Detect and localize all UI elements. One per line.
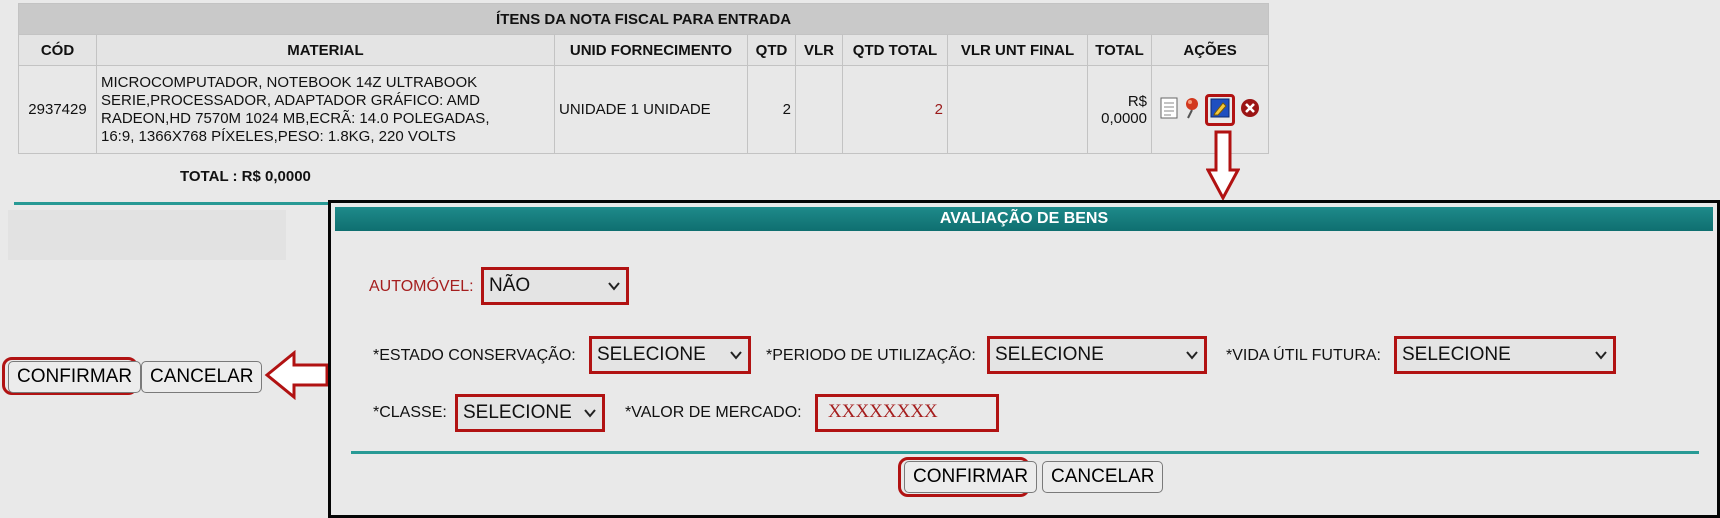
dialog-confirm-button[interactable]: CONFIRMAR xyxy=(904,461,1038,493)
classe-label: *CLASSE: xyxy=(373,404,447,421)
chevron-down-icon xyxy=(1595,351,1607,360)
valor-mercado-input[interactable]: XXXXXXXX xyxy=(815,394,999,432)
chevron-down-icon xyxy=(608,282,620,291)
periodo-select[interactable]: SELECIONE xyxy=(987,336,1207,374)
classe-select[interactable]: SELECIONE xyxy=(455,394,605,432)
automovel-select[interactable]: NÃO xyxy=(481,267,629,305)
total-summary: TOTAL : R$ 0,0000 xyxy=(180,168,311,185)
cell-material: MICROCOMPUTADOR, NOTEBOOK 14Z ULTRABOOK … xyxy=(96,65,555,154)
edit-button-highlight xyxy=(1205,93,1236,126)
periodo-label: *PERIODO DE UTILIZAÇÃO: xyxy=(766,347,976,364)
cell-unid: UNIDADE 1 UNIDADE xyxy=(554,65,748,154)
material-line: MICROCOMPUTADOR, NOTEBOOK 14Z ULTRABOOK xyxy=(101,73,478,91)
material-line: RADEON,HD 7570M 1024 MB,ECRÃ: 14.0 POLEG… xyxy=(101,109,490,127)
col-header-cod: CÓD xyxy=(18,34,97,66)
vida-select[interactable]: SELECIONE xyxy=(1394,336,1616,374)
confirm-button[interactable]: CONFIRMAR xyxy=(8,361,142,393)
periodo-value: SELECIONE xyxy=(995,344,1104,365)
col-header-qtd: QTD xyxy=(747,34,796,66)
material-line: 16:9, 1366X768 PÍXELES,PESO: 1.8KG, 220 … xyxy=(101,127,456,145)
cell-qtd-total: 2 xyxy=(842,65,948,154)
col-header-unid: UNID FORNECIMENTO xyxy=(554,34,748,66)
col-header-vlr: VLR xyxy=(795,34,843,66)
col-header-material: MATERIAL xyxy=(96,34,555,66)
col-header-qtd-total: QTD TOTAL xyxy=(842,34,948,66)
col-header-vlr-unt-final: VLR UNT FINAL xyxy=(947,34,1088,66)
dialog-title: AVALIAÇÃO DE BENS xyxy=(335,207,1713,231)
classe-value: SELECIONE xyxy=(463,402,572,423)
automovel-value: NÃO xyxy=(489,275,531,296)
automovel-label: AUTOMÓVEL: xyxy=(369,278,474,295)
pin-icon[interactable] xyxy=(1184,97,1200,123)
items-table: ÍTENS DA NOTA FISCAL PARA ENTRADA CÓD MA… xyxy=(17,3,1270,154)
chevron-down-icon xyxy=(584,409,596,418)
teal-divider-left xyxy=(14,202,330,205)
total-value: 0,0000 xyxy=(1101,109,1147,127)
cancel-button[interactable]: CANCELAR xyxy=(141,361,263,393)
delete-icon[interactable] xyxy=(1240,98,1260,122)
avaliacao-dialog: AVALIAÇÃO DE BENS AUTOMÓVEL: NÃO *ESTADO… xyxy=(328,200,1720,518)
total-currency: R$ xyxy=(1127,92,1147,110)
col-header-total: TOTAL xyxy=(1087,34,1152,66)
vida-value: SELECIONE xyxy=(1402,344,1511,365)
table-title: ÍTENS DA NOTA FISCAL PARA ENTRADA xyxy=(17,3,1270,35)
chevron-down-icon xyxy=(730,351,742,360)
cell-total: R$ 0,0000 xyxy=(1087,65,1152,154)
table-row: 2937429 MICROCOMPUTADOR, NOTEBOOK 14Z UL… xyxy=(18,65,1270,154)
col-header-acoes: AÇÕES xyxy=(1150,34,1270,66)
valor-label: *VALOR DE MERCADO: xyxy=(625,404,802,421)
document-icon[interactable] xyxy=(1160,97,1178,123)
cell-vlr xyxy=(795,65,843,154)
blank-panel xyxy=(8,210,286,260)
annotation-down-arrow xyxy=(1206,130,1240,202)
vida-label: *VIDA ÚTIL FUTURA: xyxy=(1226,347,1381,364)
dialog-cancel-button[interactable]: CANCELAR xyxy=(1042,461,1164,493)
estado-value: SELECIONE xyxy=(597,344,706,365)
cell-vlr-unt-final xyxy=(947,65,1088,154)
estado-select[interactable]: SELECIONE xyxy=(589,336,751,374)
material-line: SERIE,PROCESSADOR, ADAPTADOR GRÁFICO: AM… xyxy=(101,91,480,109)
cell-qtd: 2 xyxy=(747,65,796,154)
edit-icon[interactable] xyxy=(1210,98,1230,122)
estado-label: *ESTADO CONSERVAÇÃO: xyxy=(373,347,576,364)
chevron-down-icon xyxy=(1186,351,1198,360)
cell-cod: 2937429 xyxy=(18,65,97,154)
annotation-left-arrow xyxy=(264,350,329,400)
teal-divider-dialog xyxy=(351,451,1699,454)
